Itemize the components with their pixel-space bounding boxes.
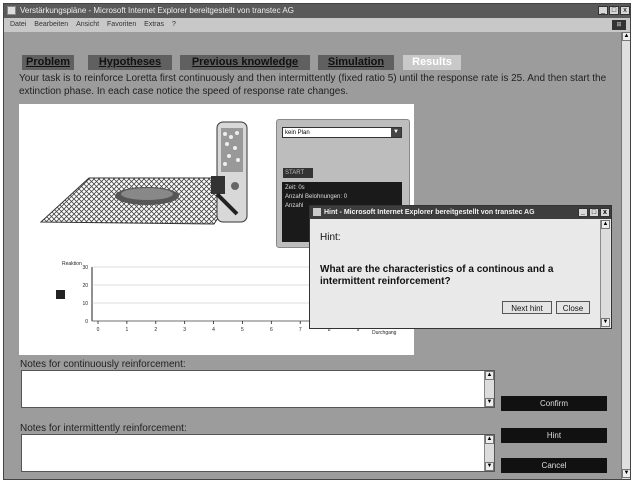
hint-dialog: Hint - Microsoft Internet Explorer berei… bbox=[309, 205, 612, 329]
plan-select-value: kein Plan bbox=[285, 130, 310, 136]
maximize-button[interactable]: □ bbox=[589, 208, 599, 217]
windows-logo-icon: ⊞ bbox=[612, 20, 626, 30]
menu-bar: Datei Bearbeiten Ansicht Favoriten Extra… bbox=[4, 18, 630, 32]
hint-heading: Hint: bbox=[320, 232, 341, 243]
menu-favoriten[interactable]: Favoriten bbox=[107, 21, 136, 28]
window-title: Verstärkungspläne - Microsoft Internet E… bbox=[20, 6, 294, 15]
notes-intermittent-textarea[interactable]: ▲ ▼ bbox=[21, 434, 495, 472]
tab-problem[interactable]: Problem bbox=[22, 55, 74, 70]
scroll-down-icon[interactable]: ▼ bbox=[601, 318, 610, 327]
tab-previous-knowledge[interactable]: Previous knowledge bbox=[180, 55, 310, 70]
close-button[interactable]: Close bbox=[556, 301, 590, 314]
menu-datei[interactable]: Datei bbox=[10, 21, 26, 28]
menu-bearbeiten[interactable]: Bearbeiten bbox=[34, 21, 68, 28]
ie-app-icon bbox=[313, 208, 321, 216]
notes-intermittent-label: Notes for intermittently reinforcement: bbox=[20, 423, 187, 434]
close-dialog-icon[interactable]: x bbox=[600, 208, 610, 217]
hint-dialog-titlebar: Hint - Microsoft Internet Explorer berei… bbox=[310, 206, 611, 219]
confirm-button[interactable]: Confirm bbox=[501, 396, 607, 411]
chart-xlabel: Durchgang bbox=[372, 330, 397, 336]
chart-xtick-label: 3 bbox=[183, 327, 186, 333]
notes-continuous-textarea[interactable]: ▲ ▼ bbox=[21, 370, 495, 408]
chart-xtick-label: 0 bbox=[97, 327, 100, 333]
minimize-button[interactable]: _ bbox=[578, 208, 588, 217]
maximize-button[interactable]: □ bbox=[609, 6, 619, 15]
lever-icon bbox=[211, 176, 225, 194]
notes-intermittent-scrollbar[interactable]: ▲ ▼ bbox=[484, 435, 494, 471]
hint-dialog-title: Hint - Microsoft Internet Explorer berei… bbox=[324, 209, 535, 216]
scroll-up-icon[interactable]: ▲ bbox=[485, 435, 494, 444]
start-button[interactable]: START bbox=[283, 168, 313, 178]
status-rewards: Anzahl Belohnungen: 0 bbox=[285, 194, 348, 200]
tab-results[interactable]: Results bbox=[403, 55, 461, 70]
chart-ytick-label: 20 bbox=[82, 283, 88, 289]
chart-ylabel: Reaktion bbox=[62, 261, 82, 267]
chart-xtick-label: 4 bbox=[212, 327, 215, 333]
close-window-button[interactable]: x bbox=[620, 6, 630, 15]
status-time: Zeit: 0s bbox=[285, 185, 305, 191]
plan-select[interactable]: kein Plan ▼ bbox=[282, 127, 402, 138]
notes-continuous-label: Notes for continuously reinforcement: bbox=[20, 359, 186, 370]
hint-button[interactable]: Hint bbox=[501, 428, 607, 443]
tab-simulation[interactable]: Simulation bbox=[318, 55, 394, 70]
tab-hypotheses[interactable]: Hypotheses bbox=[88, 55, 172, 70]
menu-ansicht[interactable]: Ansicht bbox=[76, 21, 99, 28]
minimize-button[interactable]: _ bbox=[598, 6, 608, 15]
hint-question: What are the characteristics of a contin… bbox=[320, 264, 554, 287]
hint-scrollbar[interactable]: ▲ ▼ bbox=[600, 220, 610, 328]
chart-xtick-label: 7 bbox=[299, 327, 302, 333]
chart-xtick-label: 6 bbox=[270, 327, 273, 333]
menu-help[interactable]: ? bbox=[172, 21, 176, 28]
menu-extras[interactable]: Extras bbox=[144, 21, 164, 28]
chart-ytick-label: 0 bbox=[85, 319, 88, 325]
chart-ytick-label: 10 bbox=[82, 301, 88, 307]
chart-xtick-label: 5 bbox=[241, 327, 244, 333]
scroll-up-icon[interactable]: ▲ bbox=[622, 32, 630, 41]
scroll-up-icon[interactable]: ▲ bbox=[601, 220, 610, 229]
notes-continuous-scrollbar[interactable]: ▲ ▼ bbox=[484, 371, 494, 407]
scroll-down-icon[interactable]: ▼ bbox=[485, 462, 494, 471]
cancel-button[interactable]: Cancel bbox=[501, 458, 607, 473]
task-instructions: Your task is to reinforce Loretta first … bbox=[19, 73, 607, 97]
chart-ytick-label: 30 bbox=[82, 265, 88, 271]
scroll-down-icon[interactable]: ▼ bbox=[485, 398, 494, 407]
page-scrollbar[interactable]: ▲ ▼ bbox=[621, 32, 630, 479]
scroll-down-icon[interactable]: ▼ bbox=[622, 469, 630, 478]
scroll-up-icon[interactable]: ▲ bbox=[485, 371, 494, 380]
ie-app-icon bbox=[7, 6, 16, 15]
next-hint-button[interactable]: Next hint bbox=[502, 301, 552, 314]
title-bar: Verstärkungspläne - Microsoft Internet E… bbox=[4, 4, 630, 18]
chart-xtick-label: 2 bbox=[154, 327, 157, 333]
chevron-down-icon[interactable]: ▼ bbox=[391, 128, 401, 137]
chart-xtick-label: 1 bbox=[125, 327, 128, 333]
